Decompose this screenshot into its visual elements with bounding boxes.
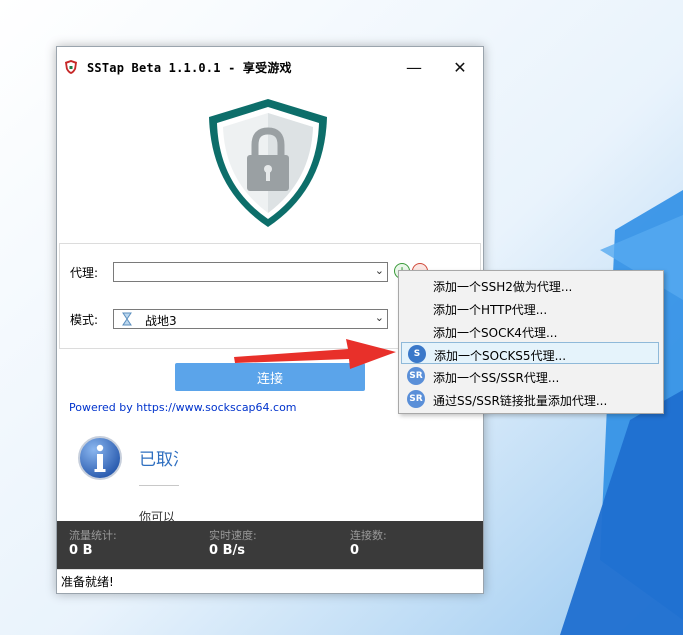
status-bar: 准备就绪! [57, 569, 483, 593]
close-button[interactable]: ✕ [437, 47, 483, 87]
proxy-select[interactable]: ⌄ [113, 262, 388, 282]
menu-item-label: 添加一个SOCKS5代理... [434, 349, 567, 363]
traffic-value: 0 B [69, 543, 93, 558]
menu-item-add-ss-ssr[interactable]: SR 添加一个SS/SSR代理... [401, 365, 659, 387]
speed-label: 实时速度: [209, 529, 257, 542]
menu-item-label: 通过SS/SSR链接批量添加代理... [433, 394, 608, 408]
menu-item-add-ssh2[interactable]: 添加一个SSH2做为代理... [401, 274, 659, 296]
app-shield-icon [65, 60, 77, 74]
menu-item-add-sock4[interactable]: 添加一个SOCK4代理... [401, 320, 659, 342]
menu-item-add-http[interactable]: 添加一个HTTP代理... [401, 297, 659, 319]
mode-select[interactable]: 战地3 ⌄ [113, 309, 388, 329]
ssr-icon: SR [407, 390, 425, 408]
connections-label: 连接数: [350, 529, 387, 542]
menu-item-label: 添加一个HTTP代理... [433, 303, 548, 317]
menu-item-add-socks5[interactable]: S 添加一个SOCKS5代理... [401, 342, 659, 364]
menu-item-label: 添加一个SSH2做为代理... [433, 280, 573, 294]
mode-value: 战地3 [145, 314, 177, 328]
socks5-icon: S [408, 345, 426, 363]
title-bar[interactable]: SSTap Beta 1.1.0.1 - 享受游戏 — ✕ [57, 47, 483, 87]
shield-lock-logo [209, 99, 327, 227]
traffic-label: 流量统计: [69, 529, 117, 542]
stats-panel: 流量统计: 0 B 实时速度: 0 B/s 连接数: 0 [57, 521, 483, 569]
mode-label: 模式: [70, 313, 99, 327]
menu-item-label: 添加一个SOCK4代理... [433, 326, 558, 340]
proxy-label: 代理: [70, 266, 99, 280]
status-text: 准备就绪! [61, 575, 114, 589]
notice-title: 已取消 [139, 450, 179, 470]
connections-value: 0 [350, 543, 360, 558]
minimize-icon: — [406, 57, 422, 77]
red-arrow-annotation [234, 339, 396, 369]
hourglass-icon [122, 312, 132, 326]
close-icon: ✕ [453, 57, 467, 77]
speed-value: 0 B/s [209, 543, 245, 558]
menu-item-batch-add-ss-ssr[interactable]: SR 通过SS/SSR链接批量添加代理... [401, 388, 659, 410]
menu-item-label: 添加一个SS/SSR代理... [433, 371, 560, 385]
ssr-icon: SR [407, 367, 425, 385]
add-proxy-menu: 添加一个SSH2做为代理... 添加一个HTTP代理... 添加一个SOCK4代… [398, 270, 664, 414]
minimize-button[interactable]: — [391, 47, 437, 87]
window-title: SSTap Beta 1.1.0.1 - 享受游戏 [87, 61, 292, 75]
powered-by-link[interactable]: Powered by https://www.sockscap64.com [69, 401, 297, 414]
chevron-down-icon: ⌄ [374, 311, 384, 324]
chevron-down-icon: ⌄ [374, 264, 384, 277]
notice-divider [139, 485, 179, 486]
info-icon [78, 436, 122, 480]
